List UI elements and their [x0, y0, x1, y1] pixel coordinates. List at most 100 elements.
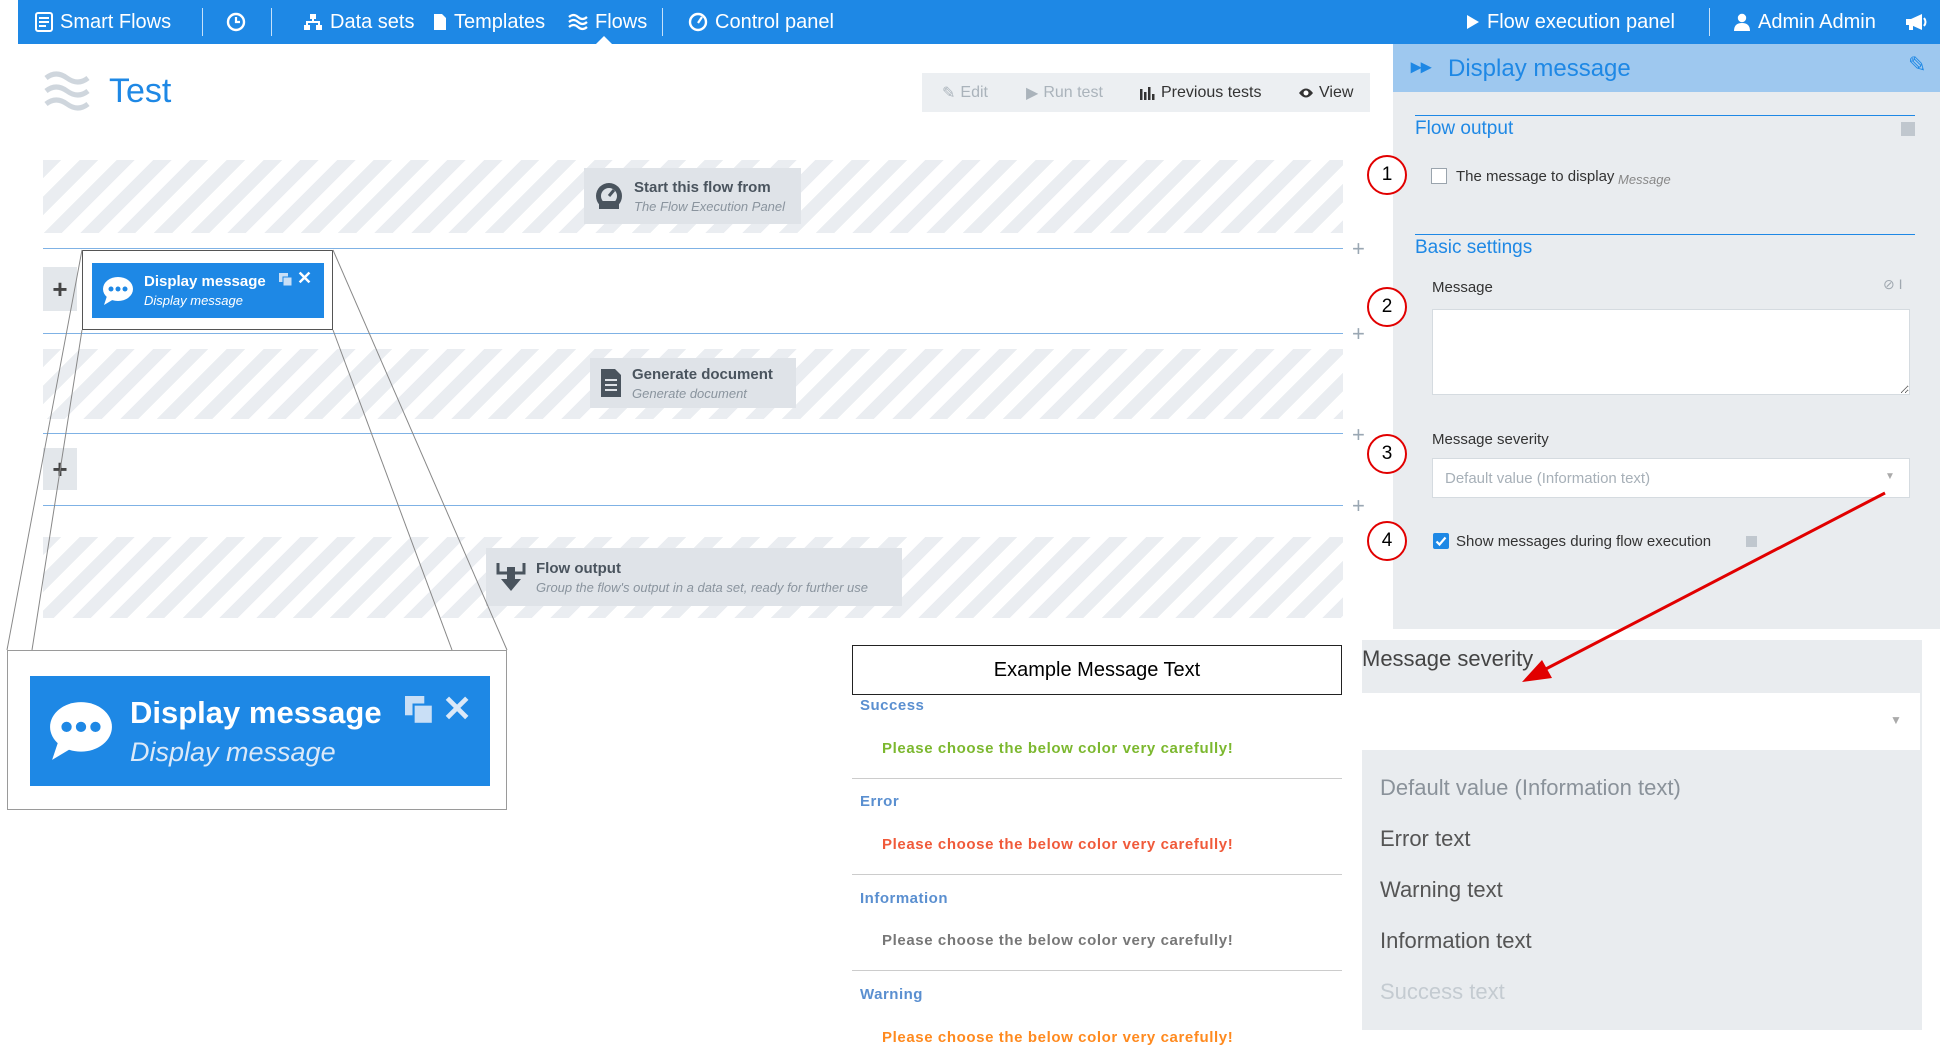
copy-icon — [405, 696, 434, 725]
nav-flow-execution-panel[interactable]: Flow execution panel — [1466, 0, 1675, 44]
annotation-marker: 3 — [1367, 434, 1407, 474]
chevron-down-icon: ▼ — [1890, 713, 1902, 727]
message-to-display-checkbox[interactable] — [1431, 168, 1447, 184]
panel-title: Display message — [1448, 55, 1631, 82]
example-message-warning: Please choose the below color very caref… — [882, 1029, 1234, 1046]
start-step-subtitle: The Flow Execution Panel — [634, 198, 786, 214]
active-tab-indicator — [596, 36, 612, 44]
view-button[interactable]: View — [1298, 73, 1353, 112]
sitemap-icon — [304, 14, 322, 30]
run-test-button[interactable]: ▶ Run test — [1026, 73, 1103, 112]
example-type-error: Error — [860, 793, 900, 810]
example-type-information: Information — [860, 890, 948, 907]
dropdown-option[interactable]: Warning text — [1380, 877, 1503, 903]
nav-templates[interactable]: Templates — [433, 0, 545, 44]
example-type-warning: Warning — [860, 986, 923, 1003]
generate-document-step[interactable]: Generate document Generate document — [590, 358, 796, 408]
nav-separator — [1709, 8, 1710, 36]
flow-output-step-title: Flow output — [536, 559, 621, 577]
nav-flow-execution-panel-label: Flow execution panel — [1487, 10, 1675, 33]
previous-tests-button-label: Previous tests — [1161, 83, 1262, 101]
edit-button-label: Edit — [960, 83, 988, 101]
nav-separator — [662, 8, 663, 36]
divider — [852, 874, 1342, 875]
view-button-label: View — [1319, 83, 1354, 101]
bar-chart-icon — [1140, 86, 1155, 100]
edit-button[interactable]: ✎ Edit — [942, 73, 988, 112]
run-test-button-label: Run test — [1043, 83, 1103, 101]
nav-control-panel[interactable]: Control panel — [688, 0, 834, 44]
zoomed-step-subtitle: Display message — [130, 736, 336, 767]
example-message-information: Please choose the below color very caref… — [882, 932, 1234, 949]
example-title: Example Message Text — [852, 645, 1342, 695]
flows-logo-icon — [44, 71, 90, 111]
nav-user-menu[interactable]: Admin Admin — [1733, 0, 1876, 44]
variable-link-icon[interactable]: ⊘ I — [1883, 276, 1903, 293]
close-icon[interactable]: ✕ — [297, 268, 312, 289]
chat-bubble-icon — [50, 702, 112, 760]
insert-plus-icon[interactable]: + — [1352, 238, 1365, 260]
add-step-button[interactable]: + — [43, 448, 77, 490]
smart-flows-logo-icon — [35, 12, 53, 32]
message-textarea[interactable] — [1432, 309, 1910, 395]
dropdown-option[interactable]: Error text — [1380, 826, 1470, 852]
show-messages-label: Show messages during flow execution — [1456, 533, 1712, 550]
flows-icon — [568, 13, 588, 31]
dropdown-option[interactable]: Success text — [1380, 979, 1505, 1005]
drop-line — [43, 433, 1343, 434]
nav-data-sets-label: Data sets — [330, 10, 415, 33]
edit-pencil-icon[interactable]: ✎ — [1908, 52, 1926, 78]
nav-brand[interactable]: Smart Flows — [35, 0, 171, 44]
flow-output-section-title: Flow output — [1415, 118, 1514, 139]
copy-icon[interactable] — [279, 273, 293, 287]
example-type-success: Success — [860, 697, 925, 714]
nav-control-panel-label: Control panel — [715, 10, 834, 33]
dropdown-option[interactable]: Default value (Information text) — [1380, 775, 1681, 801]
page-title: Test — [109, 72, 172, 110]
panel-header: ▸▸ Display message ✎ — [1393, 44, 1940, 92]
section-divider — [1415, 115, 1915, 116]
zoomed-step-title: Display message — [130, 694, 382, 730]
generate-document-step-title: Generate document — [632, 365, 773, 383]
close-icon: ✕ — [442, 688, 473, 729]
top-navbar: Smart Flows Data sets Templates Flows Co… — [18, 0, 1940, 44]
previous-tests-button[interactable]: Previous tests — [1140, 73, 1261, 112]
nav-templates-label: Templates — [454, 10, 546, 33]
play-icon — [1467, 15, 1479, 29]
severity-dropdown-field[interactable]: ▼ — [1362, 693, 1920, 750]
display-message-step[interactable]: Display message Display message ✕ — [92, 263, 324, 318]
info-icon[interactable] — [1901, 122, 1915, 136]
nav-flows-label: Flows — [595, 10, 648, 33]
flow-output-step-subtitle: Group the flow's output in a data set, r… — [536, 579, 869, 595]
flow-output-step[interactable]: Flow output Group the flow's output in a… — [486, 548, 902, 606]
download-arrow-icon — [496, 563, 526, 591]
severity-selected-value: Default value (Information text) — [1445, 470, 1651, 487]
nav-data-sets[interactable]: Data sets — [303, 0, 414, 44]
zoomed-display-message-step: Display message Display message ✕ — [30, 676, 490, 786]
start-step[interactable]: Start this flow from The Flow Execution … — [584, 168, 801, 224]
nav-separator — [202, 8, 203, 36]
message-label: Message — [1432, 279, 1493, 296]
message-to-display-label: The message to display — [1456, 168, 1615, 185]
dropdown-option[interactable]: Information text — [1380, 928, 1532, 954]
annotation-marker: 4 — [1367, 521, 1407, 561]
add-step-button[interactable]: + — [43, 267, 77, 311]
dropdown-label: Message severity — [1362, 646, 1534, 671]
insert-plus-icon[interactable]: + — [1352, 424, 1365, 446]
display-message-step-title: Display message — [144, 273, 266, 290]
message-severity-label: Message severity — [1432, 431, 1549, 448]
start-step-title: Start this flow from — [634, 178, 771, 196]
message-severity-select[interactable]: Default value (Information text) ▼ — [1432, 458, 1910, 498]
insert-plus-icon[interactable]: + — [1352, 495, 1365, 517]
show-messages-checkbox[interactable] — [1433, 533, 1449, 549]
nav-brand-label: Smart Flows — [60, 10, 172, 33]
clock-icon — [226, 12, 246, 32]
example-message-error: Please choose the below color very caref… — [882, 836, 1234, 853]
nav-history[interactable] — [226, 0, 246, 44]
document-icon — [601, 369, 621, 397]
info-icon[interactable] — [1746, 536, 1757, 547]
drop-line — [43, 333, 1343, 334]
collapse-panel-icon[interactable]: ▸▸ — [1411, 54, 1431, 79]
insert-plus-icon[interactable]: + — [1352, 323, 1365, 345]
nav-announcements[interactable] — [1905, 0, 1927, 44]
